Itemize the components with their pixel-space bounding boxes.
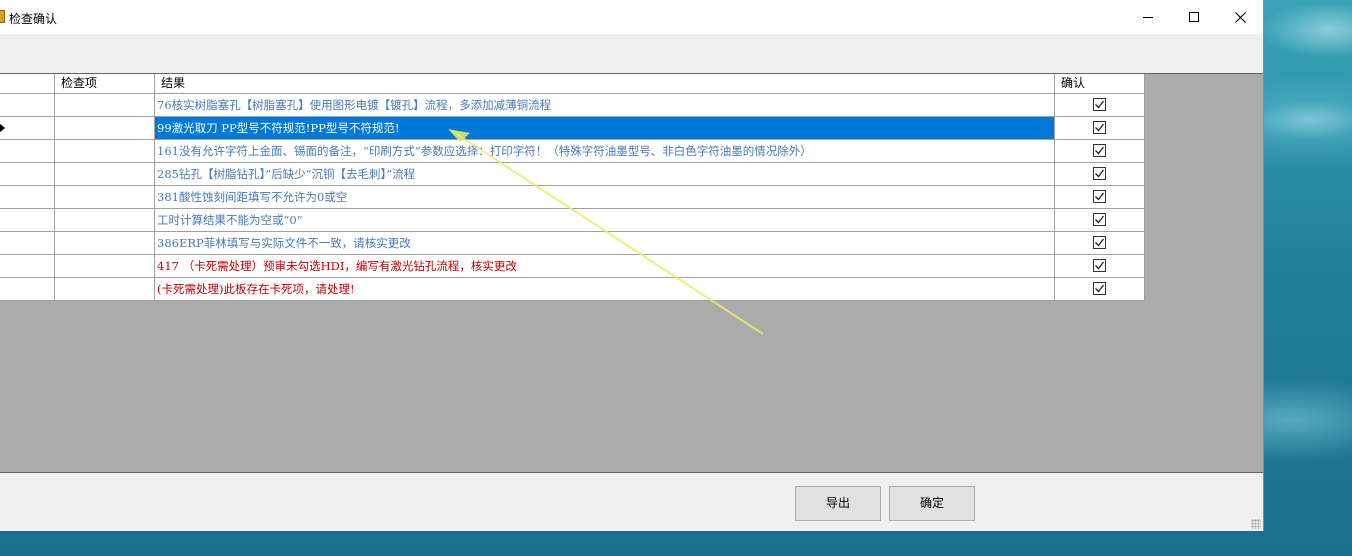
maximize-button[interactable] bbox=[1171, 0, 1217, 34]
row-header[interactable] bbox=[0, 163, 55, 186]
confirm-checkbox[interactable] bbox=[1093, 190, 1106, 203]
check-grid: 检查项 结果 确认 76核实树脂塞孔【树脂塞孔】使用图形电镀【镀孔】流程，多添加… bbox=[0, 74, 1145, 301]
minimize-icon bbox=[1143, 16, 1153, 18]
grid-area: 检查项 结果 确认 76核实树脂塞孔【树脂塞孔】使用图形电镀【镀孔】流程，多添加… bbox=[0, 73, 1263, 473]
confirm-cell[interactable] bbox=[1055, 94, 1145, 117]
confirm-cell[interactable] bbox=[1055, 186, 1145, 209]
checkmark-icon bbox=[1095, 123, 1105, 132]
result-cell[interactable]: 417 （卡死需处理）预审未勾选HDI，编写有激光钻孔流程，核实更改 bbox=[155, 255, 1055, 278]
result-cell[interactable]: 161没有允许字符上金面、锡面的备注，“印刷方式”参数应选择：打印字符！（特殊字… bbox=[155, 140, 1055, 163]
result-cell[interactable]: 76核实树脂塞孔【树脂塞孔】使用图形电镀【镀孔】流程，多添加减薄铜流程 bbox=[155, 94, 1055, 117]
confirm-checkbox[interactable] bbox=[1093, 167, 1106, 180]
row-header[interactable] bbox=[0, 186, 55, 209]
confirm-cell[interactable] bbox=[1055, 163, 1145, 186]
confirm-cell[interactable] bbox=[1055, 209, 1145, 232]
table-row[interactable]: 工时计算结果不能为空或“0” bbox=[0, 209, 1145, 232]
confirm-checkbox[interactable] bbox=[1093, 98, 1106, 111]
app-icon bbox=[0, 10, 5, 23]
checkmark-icon bbox=[1095, 146, 1105, 155]
minimize-button[interactable] bbox=[1125, 0, 1171, 34]
close-button[interactable] bbox=[1217, 0, 1263, 34]
item-cell[interactable] bbox=[55, 94, 155, 117]
check-confirm-window: 检查确认 检查项 结果 确认 76核实树脂塞孔【树脂塞孔】使用图形电镀【镀孔】流… bbox=[0, 0, 1264, 531]
footer-bar: 导出 确定 bbox=[0, 474, 1263, 531]
table-row[interactable]: 381酸性蚀刻间距填写不允许为0或空 bbox=[0, 186, 1145, 209]
table-row[interactable]: 161没有允许字符上金面、锡面的备注，“印刷方式”参数应选择：打印字符！（特殊字… bbox=[0, 140, 1145, 163]
row-header[interactable] bbox=[0, 94, 55, 117]
checkmark-icon bbox=[1095, 215, 1105, 224]
checkmark-icon bbox=[1095, 284, 1105, 293]
row-header[interactable] bbox=[0, 209, 55, 232]
result-cell[interactable]: 285钻孔【树脂钻孔】”后缺少“沉铜【去毛刺】”流程 bbox=[155, 163, 1055, 186]
item-cell[interactable] bbox=[55, 163, 155, 186]
column-header-result[interactable]: 结果 bbox=[155, 74, 1055, 94]
maximize-icon bbox=[1189, 12, 1199, 22]
result-cell[interactable]: (卡死需处理)此板存在卡死项，请处理! bbox=[155, 278, 1055, 301]
confirm-cell[interactable] bbox=[1055, 140, 1145, 163]
confirm-cell[interactable] bbox=[1055, 278, 1145, 301]
row-header[interactable] bbox=[0, 117, 55, 140]
table-row-selected[interactable]: 99激光取刀 PP型号不符规范!PP型号不符规范! bbox=[0, 117, 1145, 140]
resize-grip-icon[interactable] bbox=[1251, 519, 1261, 529]
confirm-checkbox[interactable] bbox=[1093, 213, 1106, 226]
column-header-confirm[interactable]: 确认 bbox=[1055, 74, 1145, 94]
grid-header: 检查项 结果 确认 bbox=[0, 74, 1145, 94]
confirm-cell[interactable] bbox=[1055, 117, 1145, 140]
row-header[interactable] bbox=[0, 232, 55, 255]
checkmark-icon bbox=[1095, 100, 1105, 109]
row-header[interactable] bbox=[0, 278, 55, 301]
confirm-checkbox[interactable] bbox=[1093, 144, 1106, 157]
toolbar-area bbox=[0, 34, 1263, 73]
checkmark-icon bbox=[1095, 261, 1105, 270]
item-cell[interactable] bbox=[55, 232, 155, 255]
item-cell[interactable] bbox=[55, 117, 155, 140]
item-cell[interactable] bbox=[55, 278, 155, 301]
ok-button[interactable]: 确定 bbox=[889, 486, 975, 521]
item-cell[interactable] bbox=[55, 186, 155, 209]
confirm-checkbox[interactable] bbox=[1093, 259, 1106, 272]
confirm-checkbox[interactable] bbox=[1093, 121, 1106, 134]
result-cell[interactable]: 386ERP菲林填写与实际文件不一致，请核实更改 bbox=[155, 232, 1055, 255]
current-row-arrow-icon bbox=[0, 123, 5, 133]
table-row[interactable]: 285钻孔【树脂钻孔】”后缺少“沉铜【去毛刺】”流程 bbox=[0, 163, 1145, 186]
result-cell[interactable]: 工时计算结果不能为空或“0” bbox=[155, 209, 1055, 232]
confirm-cell[interactable] bbox=[1055, 255, 1145, 278]
column-header-item[interactable]: 检查项 bbox=[55, 74, 155, 94]
item-cell[interactable] bbox=[55, 255, 155, 278]
window-title: 检查确认 bbox=[9, 12, 58, 26]
confirm-cell[interactable] bbox=[1055, 232, 1145, 255]
row-header-corner bbox=[0, 74, 55, 94]
row-header[interactable] bbox=[0, 140, 55, 163]
table-row[interactable]: 76核实树脂塞孔【树脂塞孔】使用图形电镀【镀孔】流程，多添加减薄铜流程 bbox=[0, 94, 1145, 117]
title-bar: 检查确认 bbox=[0, 0, 1263, 34]
item-cell[interactable] bbox=[55, 209, 155, 232]
checkmark-icon bbox=[1095, 192, 1105, 201]
result-cell[interactable]: 381酸性蚀刻间距填写不允许为0或空 bbox=[155, 186, 1055, 209]
result-cell[interactable]: 99激光取刀 PP型号不符规范!PP型号不符规范! bbox=[155, 117, 1055, 140]
table-row[interactable]: 417 （卡死需处理）预审未勾选HDI，编写有激光钻孔流程，核实更改 bbox=[0, 255, 1145, 278]
checkmark-icon bbox=[1095, 169, 1105, 178]
checkmark-icon bbox=[1095, 238, 1105, 247]
item-cell[interactable] bbox=[55, 140, 155, 163]
table-row[interactable]: 386ERP菲林填写与实际文件不一致，请核实更改 bbox=[0, 232, 1145, 255]
row-header[interactable] bbox=[0, 255, 55, 278]
export-button[interactable]: 导出 bbox=[795, 486, 881, 521]
confirm-checkbox[interactable] bbox=[1093, 282, 1106, 295]
close-icon bbox=[1234, 11, 1246, 23]
confirm-checkbox[interactable] bbox=[1093, 236, 1106, 249]
table-row[interactable]: (卡死需处理)此板存在卡死项，请处理! bbox=[0, 278, 1145, 301]
